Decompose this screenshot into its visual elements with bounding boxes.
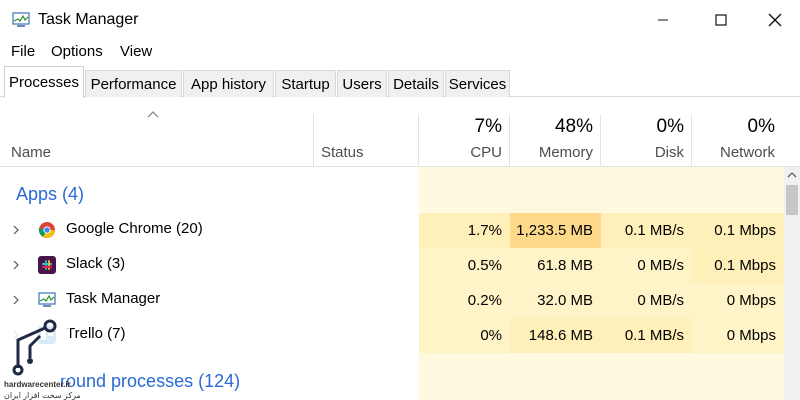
process-name: Slack (3) <box>66 255 126 272</box>
header-disk-percent[interactable]: 0% <box>602 116 684 138</box>
maximize-icon <box>715 14 727 26</box>
group-apps-title[interactable]: Apps (4) <box>16 184 84 205</box>
tab-startup[interactable]: Startup <box>275 70 336 97</box>
slack-icon <box>38 256 56 274</box>
tab-app-history[interactable]: App history <box>183 70 274 97</box>
column-separator <box>313 114 314 167</box>
close-icon <box>768 13 782 27</box>
memory-value: 32.0 MB <box>510 283 601 318</box>
watermark-site: hardwarecenter.ir <box>4 380 71 389</box>
menu-bar: File Options View <box>0 40 800 66</box>
column-header: Name Status 7% CPU 48% Memory 0% Disk 0%… <box>0 97 800 167</box>
header-status[interactable]: Status <box>321 144 364 161</box>
header-disk[interactable]: Disk <box>602 144 684 161</box>
watermark-logo: hardwarecenter.ir مرکز سخت افزار ایران <box>0 318 81 400</box>
minimize-icon <box>658 19 668 21</box>
network-value: 0 Mbps <box>692 283 784 318</box>
chevron-right-icon[interactable] <box>12 294 20 306</box>
memory-value: 61.8 MB <box>510 248 601 283</box>
cpu-value: 0.2% <box>419 283 510 318</box>
close-button[interactable] <box>752 0 798 40</box>
table-row[interactable]: Task Manager 0.2% 32.0 MB 0 MB/s 0 Mbps <box>0 283 800 318</box>
minimize-button[interactable] <box>640 0 686 40</box>
disk-value: 0 MB/s <box>601 248 692 283</box>
cpu-value: 0.5% <box>419 248 510 283</box>
process-name: Task Manager <box>66 290 161 307</box>
menu-view[interactable]: View <box>120 43 152 60</box>
header-name[interactable]: Name <box>11 144 51 161</box>
hardwarecenter-logo-icon <box>0 318 70 378</box>
disk-value: 0 MB/s <box>601 283 692 318</box>
table-row[interactable]: Slack (3) 0.5% 61.8 MB 0 MB/s 0.1 Mbps <box>0 248 800 283</box>
group-background-processes-title[interactable]: round processes (124) <box>60 371 240 392</box>
menu-file[interactable]: File <box>11 43 35 60</box>
header-network-percent[interactable]: 0% <box>693 116 775 138</box>
table-row[interactable]: Google Chrome (20) 1.7% 1,233.5 MB 0.1 M… <box>0 213 800 248</box>
tab-users[interactable]: Users <box>337 70 387 97</box>
header-memory[interactable]: Memory <box>511 144 593 161</box>
scrollbar-thumb[interactable] <box>786 185 798 215</box>
menu-options[interactable]: Options <box>51 43 103 60</box>
tab-processes[interactable]: Processes <box>4 66 84 98</box>
header-network[interactable]: Network <box>693 144 775 161</box>
maximize-button[interactable] <box>698 0 744 40</box>
chevron-right-icon[interactable] <box>12 259 20 271</box>
scroll-up-icon[interactable] <box>786 168 798 182</box>
memory-value: 148.6 MB <box>510 318 601 353</box>
process-name: Trello (7) <box>66 325 126 342</box>
table-row[interactable]: Trello (7) 0% 148.6 MB 0.1 MB/s 0 Mbps <box>0 318 800 353</box>
window-title: Task Manager <box>38 11 139 28</box>
column-separator <box>691 114 692 167</box>
network-value: 0.1 Mbps <box>692 248 784 283</box>
network-value: 0 Mbps <box>692 318 784 353</box>
header-memory-percent[interactable]: 48% <box>511 116 593 138</box>
tab-services[interactable]: Services <box>445 70 510 97</box>
column-separator <box>418 114 419 167</box>
chevron-right-icon[interactable] <box>12 224 20 236</box>
title-bar: Task Manager <box>0 0 800 40</box>
chrome-icon <box>38 222 55 238</box>
task-manager-app-icon <box>12 12 30 27</box>
disk-value: 0.1 MB/s <box>601 318 692 353</box>
process-name: Google Chrome (20) <box>66 220 203 237</box>
column-separator <box>509 114 510 167</box>
tab-bar: Processes Performance App history Startu… <box>0 66 800 98</box>
cpu-value: 1.7% <box>419 213 510 248</box>
cpu-value: 0% <box>419 318 510 353</box>
tab-details[interactable]: Details <box>388 70 444 97</box>
header-cpu-percent[interactable]: 7% <box>420 116 502 138</box>
disk-value: 0.1 MB/s <box>601 213 692 248</box>
column-separator <box>600 114 601 167</box>
tab-performance[interactable]: Performance <box>85 70 182 97</box>
task-manager-icon <box>38 292 56 307</box>
watermark-tagline: مرکز سخت افزار ایران <box>4 391 81 400</box>
memory-value: 1,233.5 MB <box>510 213 601 248</box>
sort-ascending-icon <box>147 111 159 118</box>
header-cpu[interactable]: CPU <box>420 144 502 161</box>
network-value: 0.1 Mbps <box>692 213 784 248</box>
